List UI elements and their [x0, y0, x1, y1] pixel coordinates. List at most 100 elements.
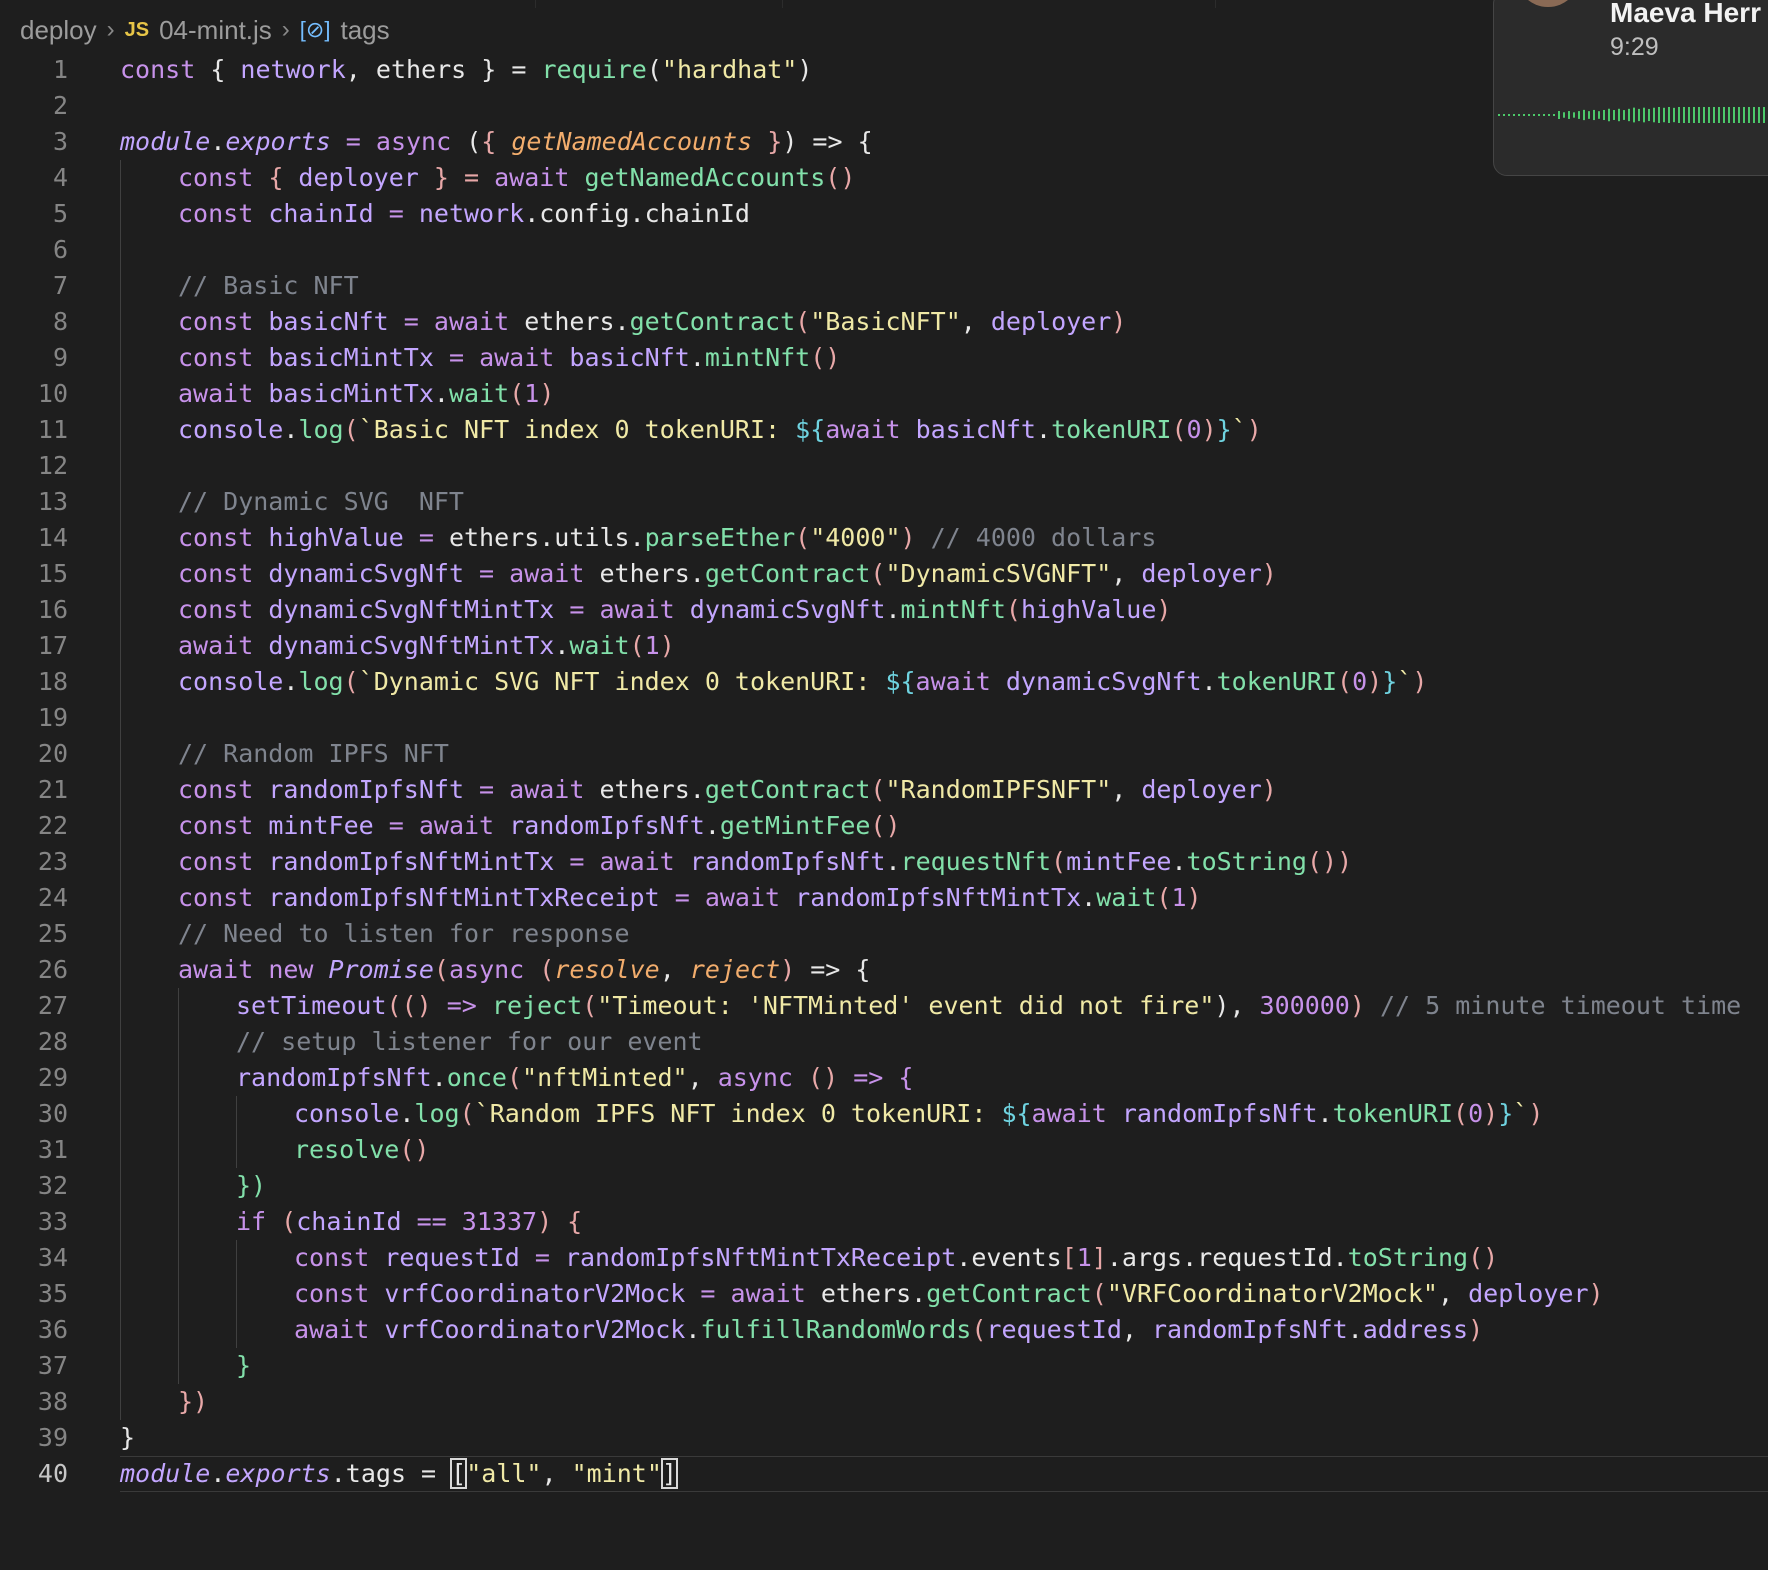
code-token: dynamicSvgNft — [268, 559, 464, 588]
code-comment: // Random IPFS NFT — [178, 739, 449, 768]
tab-segment[interactable] — [536, 0, 783, 8]
waveform-bar — [1633, 107, 1635, 123]
code-line[interactable]: 29 randomIpfsNft.once("nftMinted", async … — [0, 1060, 1768, 1096]
code-line[interactable]: 31 resolve() — [0, 1132, 1768, 1168]
code-line[interactable]: 18 console.log(`Dynamic SVG NFT index 0 t… — [0, 664, 1768, 700]
code-line[interactable]: 24 const randomIpfsNftMintTxReceipt = awa… — [0, 880, 1768, 916]
code-token: = — [519, 1243, 565, 1272]
code-token: ( — [266, 1207, 297, 1236]
code-token: chainId — [268, 199, 374, 228]
code-line[interactable]: 32}) — [0, 1168, 1768, 1204]
code-token: ( — [582, 991, 598, 1020]
code-line[interactable]: 38}) — [0, 1384, 1768, 1420]
code-line[interactable]: 8 const basicNft = await ethers.getContra… — [0, 304, 1768, 340]
code-line[interactable]: 11 console.log(`Basic NFT index 0 tokenUR… — [0, 412, 1768, 448]
code-token: "mint" — [571, 1459, 662, 1488]
code-token: const — [178, 847, 254, 876]
code-line[interactable]: 36 await vrfCoordinatorV2Mock.fulfillRand… — [0, 1312, 1768, 1348]
code-line[interactable]: 21 const randomIpfsNft = await ethers.get… — [0, 772, 1768, 808]
code-token: const — [178, 883, 254, 912]
code-token: `Random IPFS NFT index 0 tokenURI: — [474, 1099, 1002, 1128]
waveform-bar — [1553, 114, 1555, 116]
code-token: 31337 — [461, 1207, 538, 1236]
code-line[interactable]: 22 const mintFee = await randomIpfsNft.ge… — [0, 808, 1768, 844]
code-line[interactable]: 16 const dynamicSvgNftMintTx = await dyna… — [0, 592, 1768, 628]
code-token: mintFee — [1066, 847, 1172, 876]
code-token: [ — [1061, 1243, 1077, 1272]
indent-guide — [120, 1060, 121, 1096]
code-token: `Basic NFT index 0 tokenURI: — [358, 415, 796, 444]
code-token: { — [253, 163, 299, 192]
line-number: 25 — [37, 919, 68, 948]
breadcrumb-symbol[interactable]: tags — [340, 15, 389, 46]
code-token: network — [240, 55, 346, 84]
breadcrumb-folder[interactable]: deploy — [20, 15, 97, 46]
line-number: 11 — [37, 415, 68, 444]
code-token: await — [1031, 1099, 1107, 1128]
indent-guide — [178, 1060, 179, 1096]
code-token: = — [373, 811, 419, 840]
code-token: dynamicSvgNft — [689, 595, 886, 624]
line-number: 28 — [37, 1027, 68, 1056]
line-number: 14 — [37, 523, 68, 552]
code-line[interactable]: 15 const dynamicSvgNft = await ethers.get… — [0, 556, 1768, 592]
tab-segment[interactable] — [0, 0, 536, 8]
code-line[interactable]: 34 const requestId = randomIpfsNftMintTxR… — [0, 1240, 1768, 1276]
code-token: 1 — [1171, 883, 1187, 912]
code-token: , — [1111, 559, 1142, 588]
indent-guide — [120, 1276, 121, 1312]
code-token: , — [960, 307, 991, 336]
code-line[interactable]: 14 const highValue = ethers.utils.parseEt… — [0, 520, 1768, 556]
code-token: , — [1111, 775, 1142, 804]
code-line[interactable]: 12 — [0, 448, 1768, 484]
indent-guide — [120, 700, 121, 736]
line-number: 19 — [37, 703, 68, 732]
code-line[interactable]: 35 const vrfCoordinatorV2Mock = await eth… — [0, 1276, 1768, 1312]
indent-guide — [120, 304, 121, 340]
code-editor[interactable]: 1 const { network, ethers } = require("ha… — [0, 52, 1768, 1492]
call-notification[interactable]: Maeva Herr 9:29 — [1493, 0, 1768, 176]
code-token: } — [120, 1423, 136, 1452]
code-token: deployer — [298, 163, 419, 192]
code-line[interactable]: 26 await new Promise(async (resolve, reje… — [0, 952, 1768, 988]
code-line[interactable]: 6 — [0, 232, 1768, 268]
code-token: ( — [524, 955, 555, 984]
code-token: ( — [343, 415, 359, 444]
code-line[interactable]: 17 await dynamicSvgNftMintTx.wait(1) — [0, 628, 1768, 664]
code-token: () — [808, 1063, 839, 1092]
code-token: . — [1171, 847, 1187, 876]
code-token: log — [298, 415, 344, 444]
indent-guide — [120, 1096, 121, 1132]
waveform-bar — [1743, 107, 1745, 123]
code-line[interactable]: 10 await basicMintTx.wait(1) — [0, 376, 1768, 412]
code-line[interactable]: 5 const chainId = network.config.chainId — [0, 196, 1768, 232]
code-line[interactable]: 33 if (chainId == 31337) { — [0, 1204, 1768, 1240]
code-token: console — [178, 415, 284, 444]
line-number: 7 — [52, 271, 68, 300]
code-line[interactable]: 27 setTimeout(() => reject("Timeout: 'NFT… — [0, 988, 1768, 1024]
code-line-current[interactable]: 40 module.exports.tags = ["all", "mint"] — [0, 1456, 1768, 1492]
code-token: { — [195, 55, 241, 84]
code-line[interactable]: 25 // Need to listen for response — [0, 916, 1768, 952]
code-token: Promise — [328, 955, 434, 984]
code-line[interactable]: 13 // Dynamic SVG NFT — [0, 484, 1768, 520]
audio-waveform-icon — [1498, 107, 1765, 123]
code-token: vrfCoordinatorV2Mock — [384, 1279, 686, 1308]
tab-segment[interactable] — [783, 0, 1216, 8]
code-line[interactable]: 30 console.log(`Random IPFS NFT index 0 t… — [0, 1096, 1768, 1132]
indent-guide — [120, 196, 121, 232]
code-line[interactable]: 20 // Random IPFS NFT — [0, 736, 1768, 772]
code-line[interactable]: 7 // Basic NFT — [0, 268, 1768, 304]
code-line[interactable]: 28 // setup listener for our event — [0, 1024, 1768, 1060]
indent-guide — [120, 664, 121, 700]
code-line[interactable]: 19 — [0, 700, 1768, 736]
code-line[interactable]: 37} — [0, 1348, 1768, 1384]
code-line[interactable]: 39} — [0, 1420, 1768, 1456]
code-line[interactable]: 23 const randomIpfsNftMintTx = await rand… — [0, 844, 1768, 880]
code-token: . — [283, 667, 299, 696]
code-line[interactable]: 9 const basicMintTx = await basicNft.mint… — [0, 340, 1768, 376]
breadcrumb-file[interactable]: 04-mint.js — [159, 15, 272, 46]
code-token: ( — [971, 1315, 987, 1344]
